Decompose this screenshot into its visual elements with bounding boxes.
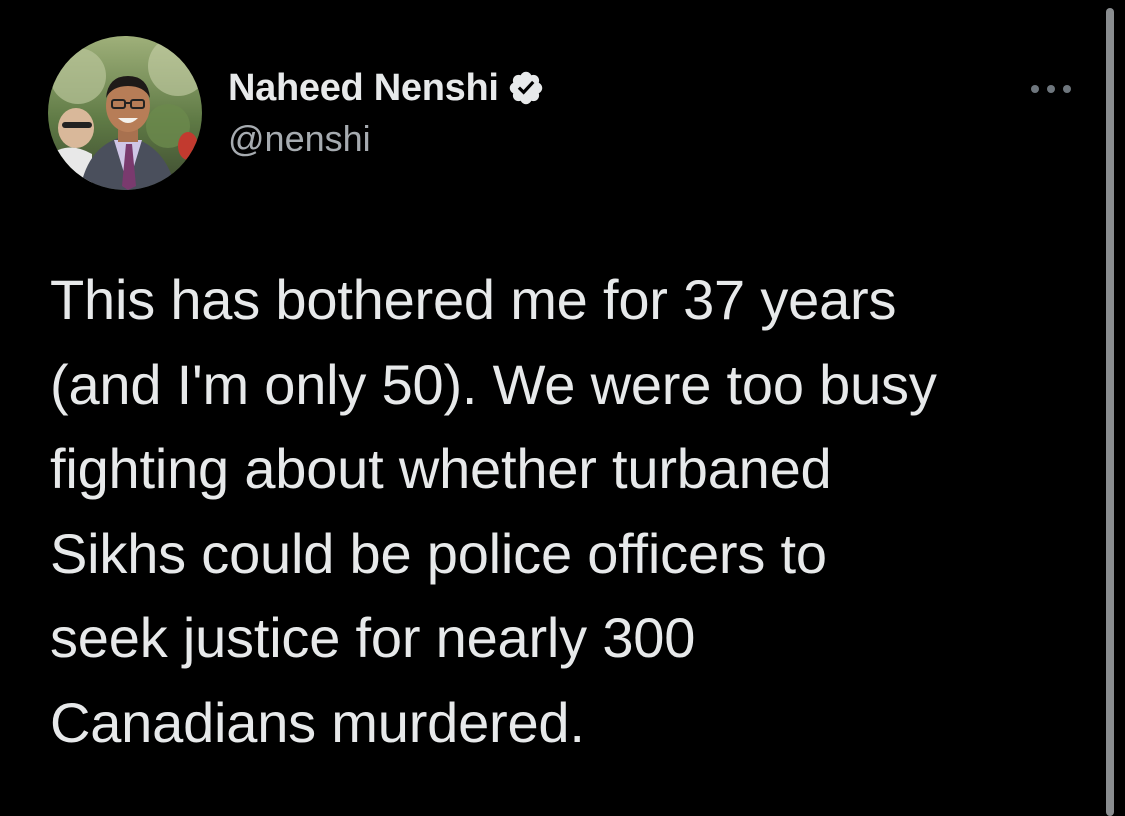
tweet-text: This has bothered me for 37 years (and I… [50, 258, 1095, 765]
more-horizontal-icon [1031, 85, 1071, 93]
more-options-button[interactable] [1027, 78, 1075, 100]
tweet-text-line: Canadians murdered. [50, 690, 585, 754]
verified-badge-icon [507, 69, 545, 107]
display-name[interactable]: Naheed Nenshi [228, 67, 499, 110]
avatar[interactable] [48, 36, 202, 190]
tweet-card: Naheed Nenshi @nenshi This has bothered … [0, 0, 1125, 816]
author-handle[interactable]: @nenshi [228, 118, 371, 160]
scrollbar[interactable] [1106, 8, 1114, 816]
tweet-text-line: Sikhs could be police officers to [50, 521, 827, 585]
tweet-text-line: (and I'm only 50). We were too busy [50, 352, 937, 416]
author-name-row: Naheed Nenshi [228, 64, 545, 112]
tweet-text-line: This has bothered me for 37 years [50, 268, 897, 331]
tweet-text-line: seek justice for nearly 300 [50, 606, 696, 669]
tweet-text-line: fighting about whether turbaned [50, 437, 832, 500]
profile-photo-icon [48, 36, 202, 190]
